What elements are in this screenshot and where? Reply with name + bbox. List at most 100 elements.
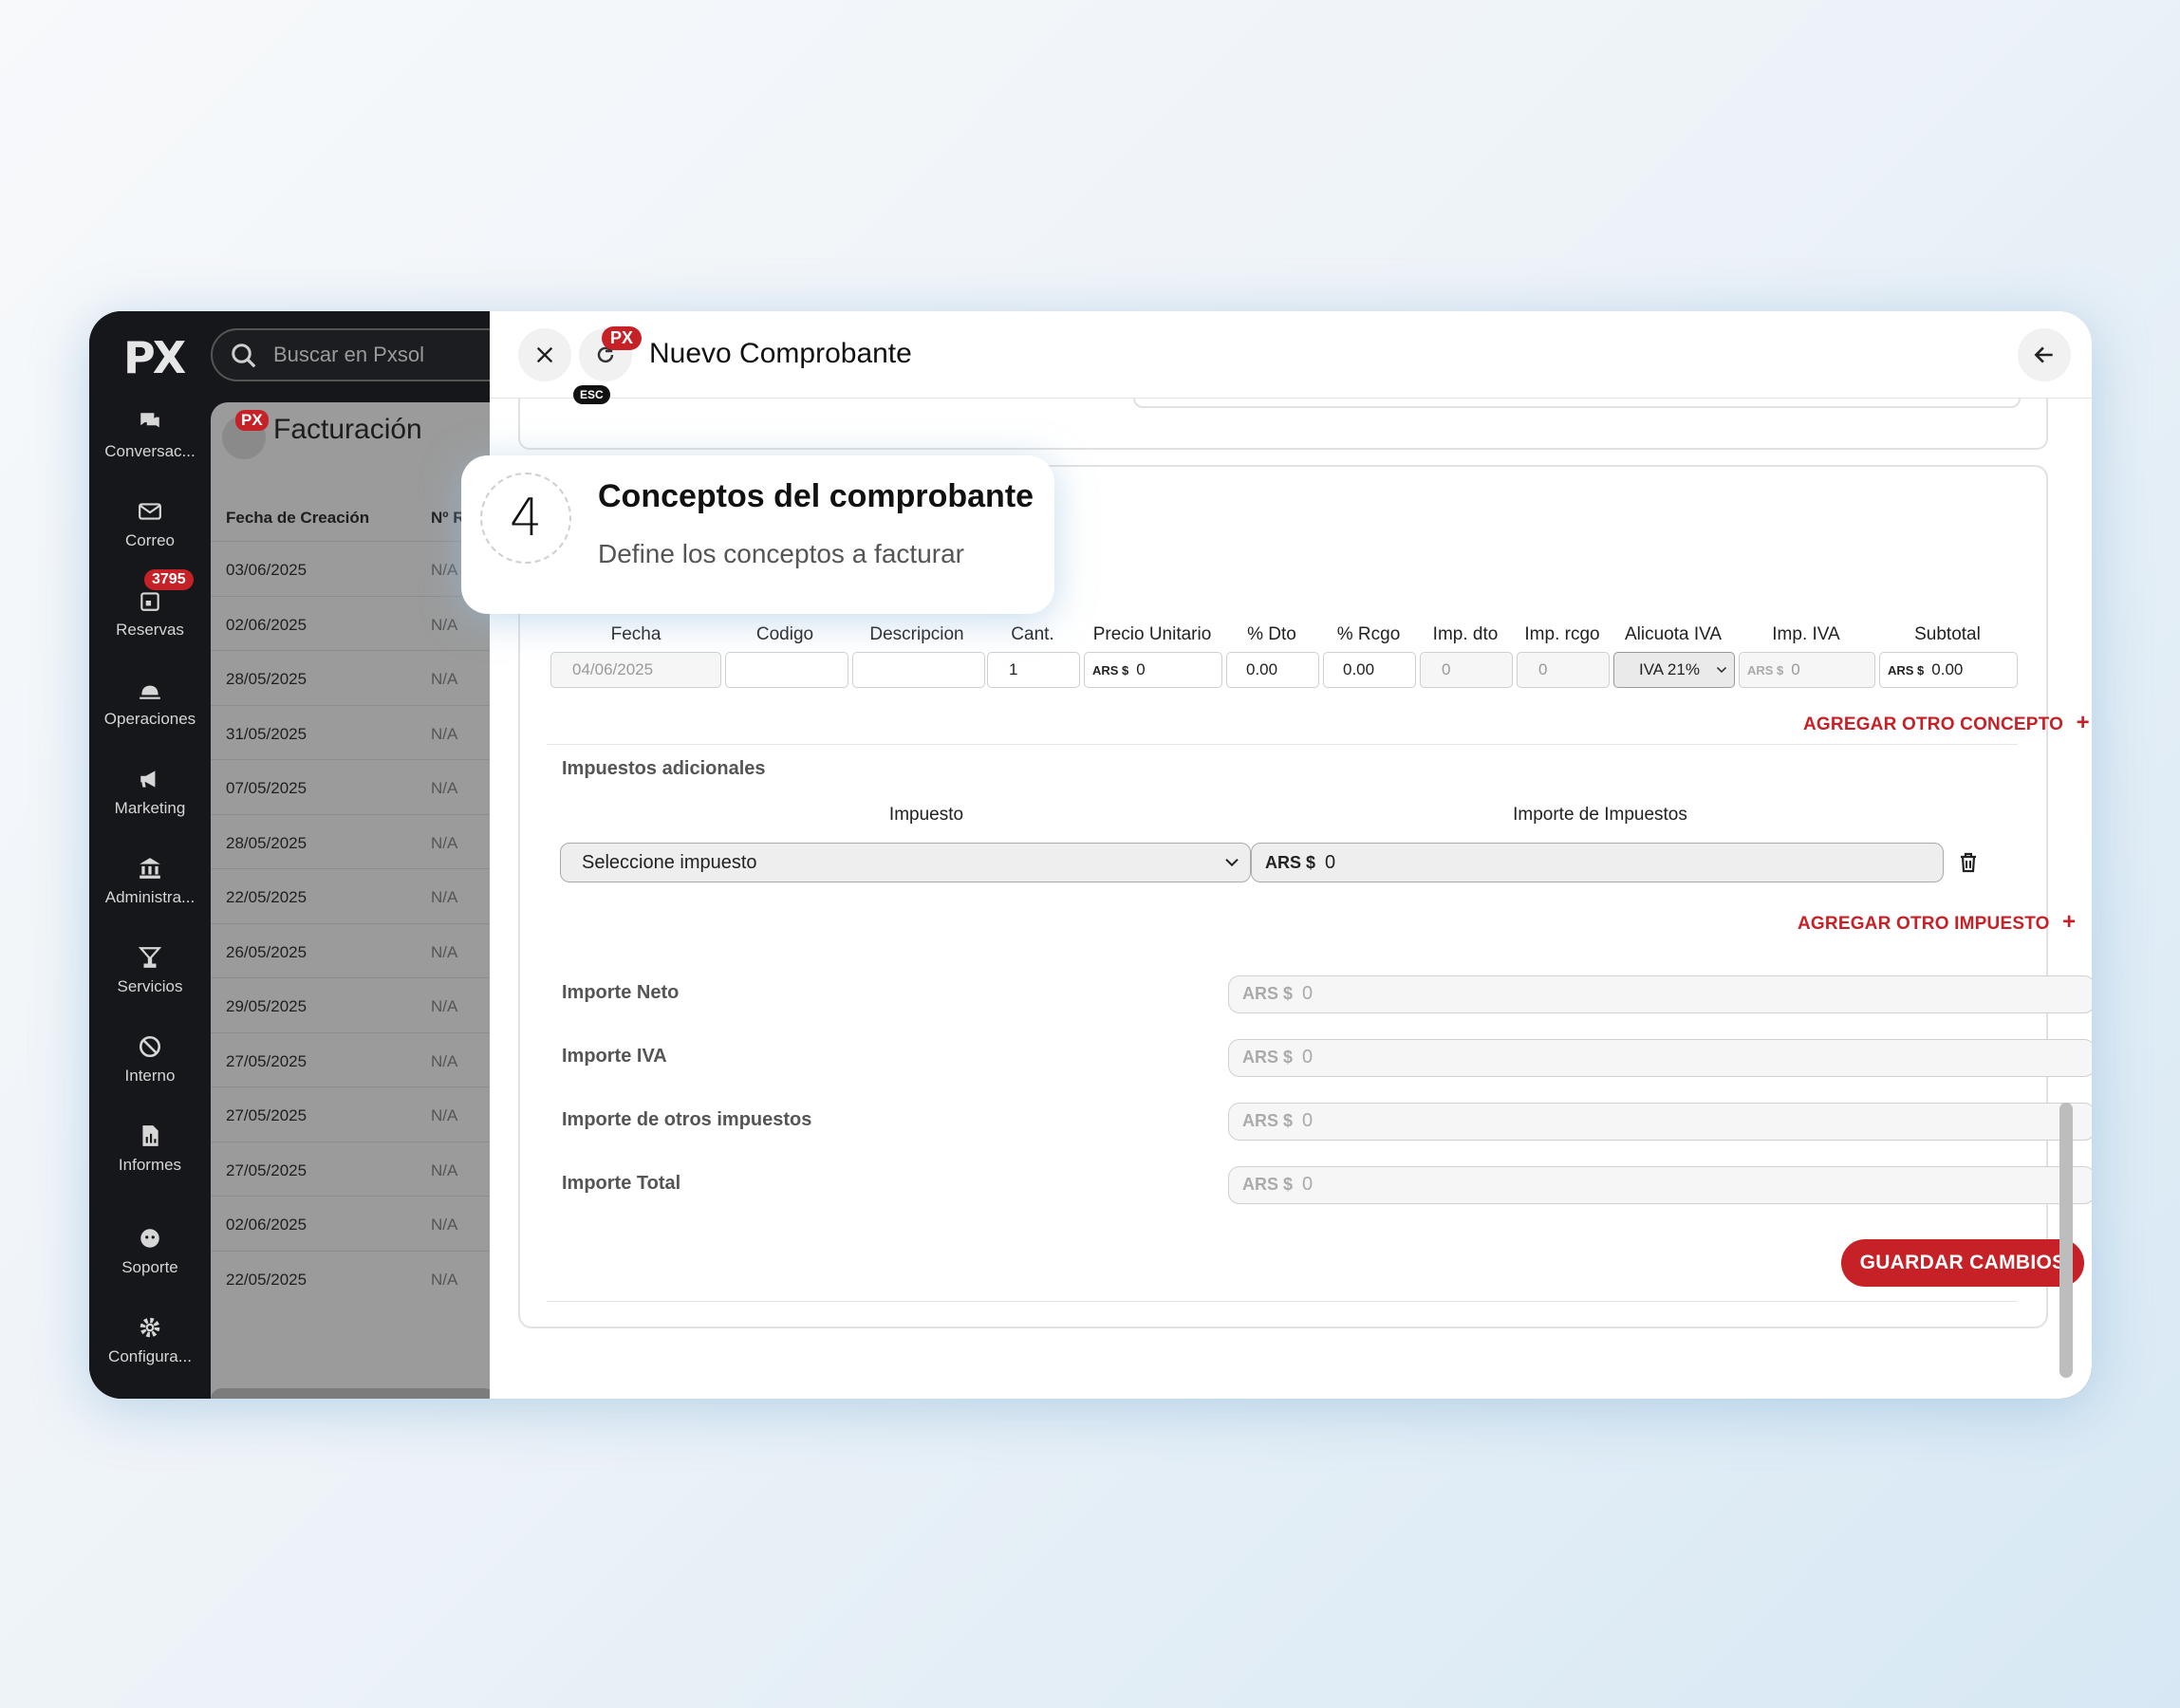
rcgo-input[interactable]: 0.00: [1323, 652, 1416, 688]
chevron-down-icon: [1716, 666, 1727, 674]
col-fecha: Fecha: [610, 624, 661, 644]
otros-impuestos-field: ARS $ 0: [1228, 1103, 2092, 1141]
table-row[interactable]: 02/06/2025 N/A: [211, 595, 495, 650]
sidebar-item-interno[interactable]: Interno: [89, 1034, 211, 1086]
row-date: 22/05/2025: [226, 888, 307, 906]
sidebar-item-administracion[interactable]: Administra...: [89, 856, 211, 907]
main-sidebar: PX Conversac... Correo 3795 Reservas Ope…: [89, 311, 211, 1399]
back-button[interactable]: [2018, 328, 2071, 381]
sidebar-item-correo[interactable]: Correo: [89, 499, 211, 550]
alicuota-iva-select[interactable]: IVA 21%: [1613, 652, 1735, 688]
row-date: 27/05/2025: [226, 1051, 307, 1070]
close-button[interactable]: ESC: [518, 328, 610, 404]
ban-icon: [139, 1035, 161, 1058]
importe-neto-field: ARS $ 0: [1228, 975, 2092, 1013]
table-row[interactable]: 29/05/2025 N/A: [211, 977, 495, 1031]
sidebar-item-label: Administra...: [104, 888, 196, 906]
table-row[interactable]: 27/05/2025 N/A: [211, 1141, 495, 1196]
sidebar-item-servicios[interactable]: Servicios: [89, 945, 211, 996]
currency-prefix: ARS $: [1265, 853, 1316, 872]
column-header-number[interactable]: Nº R: [431, 509, 465, 528]
row-number: N/A: [431, 997, 458, 1015]
col-alicuota-iva: Alicuota IVA: [1624, 624, 1723, 644]
sidebar-item-marketing[interactable]: Marketing: [89, 767, 211, 818]
sidebar-item-operaciones[interactable]: Operaciones: [89, 678, 211, 729]
table-row[interactable]: 22/05/2025 N/A: [211, 868, 495, 922]
column-header-date[interactable]: Fecha de Creación: [226, 509, 369, 528]
add-tax-link[interactable]: AGREGAR OTRO IMPUESTO +: [1798, 909, 2076, 936]
gear-icon: [140, 1317, 160, 1338]
modal-header: ESC PX Nuevo Comprobante: [490, 311, 2092, 404]
table-row[interactable]: 27/05/2025 N/A: [211, 1031, 495, 1086]
table-row[interactable]: 28/05/2025 N/A: [211, 813, 495, 868]
col-impuesto: Impuesto: [888, 805, 964, 825]
col-subtotal: Subtotal: [1914, 624, 1981, 644]
importe-total-label: Importe Total: [562, 1173, 681, 1194]
support-icon: [140, 1229, 159, 1248]
search-icon: [232, 343, 256, 368]
row-date: 31/05/2025: [226, 724, 307, 743]
sidebar-item-label: Reservas: [116, 621, 184, 639]
save-button[interactable]: GUARDAR CAMBIOS: [1841, 1239, 2084, 1287]
table-row[interactable]: 31/05/2025 N/A: [211, 704, 495, 759]
sidebar-item-informes[interactable]: Informes: [89, 1123, 211, 1175]
sidebar-item-configuracion[interactable]: Configura...: [89, 1315, 211, 1366]
row-number: N/A: [431, 561, 458, 579]
imp-dto-input: 0: [1420, 652, 1513, 688]
codigo-input[interactable]: [725, 652, 848, 688]
imp-rcgo-input: 0: [1517, 652, 1610, 688]
fecha-input[interactable]: 04/06/2025: [550, 652, 721, 688]
cantidad-input[interactable]: 1: [987, 652, 1080, 688]
row-date: 28/05/2025: [226, 833, 307, 852]
descripcion-input[interactable]: [852, 652, 985, 688]
search-input[interactable]: Buscar en Pxsol: [211, 328, 524, 381]
dto-input[interactable]: 0.00: [1226, 652, 1319, 688]
importe-neto-label: Importe Neto: [562, 982, 680, 1003]
sidebar-item-soporte[interactable]: Soporte: [89, 1226, 211, 1277]
col-cant: Cant.: [1011, 624, 1054, 644]
table-row[interactable]: 26/05/2025 N/A: [211, 922, 495, 977]
fecha-value: 04/06/2025: [572, 660, 654, 678]
col-rcgo: % Rcgo: [1336, 624, 1401, 644]
subtotal-input[interactable]: ARS $ 0.00: [1879, 652, 2018, 688]
row-date: 02/06/2025: [226, 1216, 307, 1234]
divider: [547, 744, 2018, 745]
col-dto: % Dto: [1247, 624, 1296, 644]
table-row[interactable]: 02/06/2025 N/A: [211, 1196, 495, 1250]
table-row[interactable]: 07/05/2025 N/A: [211, 759, 495, 813]
row-date: 03/06/2025: [226, 561, 307, 579]
row-number: N/A: [431, 724, 458, 743]
currency-prefix: ARS $: [1092, 663, 1129, 678]
otros-impuestos-label: Importe de otros impuestos: [562, 1109, 812, 1130]
close-icon: [536, 346, 553, 363]
imp-dto-value: 0: [1442, 660, 1451, 678]
vertical-scrollbar[interactable]: [2059, 1103, 2073, 1378]
table-row[interactable]: 27/05/2025 N/A: [211, 1086, 495, 1141]
row-number: N/A: [431, 942, 458, 961]
tax-select[interactable]: Seleccione impuesto: [560, 843, 1251, 882]
sidebar-item-reservas[interactable]: 3795 Reservas: [89, 569, 211, 640]
importe-iva-label: Importe IVA: [562, 1046, 667, 1067]
row-number: N/A: [431, 1160, 458, 1179]
table-row[interactable]: 22/05/2025 N/A: [211, 1250, 495, 1305]
row-number: N/A: [431, 833, 458, 852]
tax-amount-input[interactable]: ARS $ 0: [1251, 843, 1944, 882]
sidebar-item-label: Configura...: [108, 1347, 192, 1365]
sidebar-item-conversaciones[interactable]: Conversac...: [89, 410, 211, 461]
subtotal-value: 0.00: [1931, 660, 1964, 678]
trash-icon[interactable]: [1957, 850, 1980, 875]
precio-unitario-input[interactable]: ARS $ 0: [1084, 652, 1222, 688]
otros-impuestos-value: 0: [1302, 1110, 1314, 1131]
table-row[interactable]: 28/05/2025 N/A: [211, 650, 495, 704]
app-window: PX Conversac... Correo 3795 Reservas Ope…: [89, 311, 2092, 1399]
sidebar-item-label: Interno: [124, 1067, 176, 1085]
calendar-icon: [140, 592, 159, 611]
currency-prefix: ARS $: [1242, 1048, 1294, 1067]
col-imp-dto: Imp. dto: [1432, 624, 1499, 644]
px-badge: PX: [602, 326, 643, 350]
horizontal-scrollbar[interactable]: [211, 1388, 495, 1399]
table-row[interactable]: 03/06/2025 N/A: [211, 541, 495, 595]
col-descripcion: Descripcion: [869, 624, 964, 644]
add-concept-link[interactable]: AGREGAR OTRO CONCEPTO +: [1803, 710, 2090, 736]
report-icon: [142, 1125, 158, 1146]
